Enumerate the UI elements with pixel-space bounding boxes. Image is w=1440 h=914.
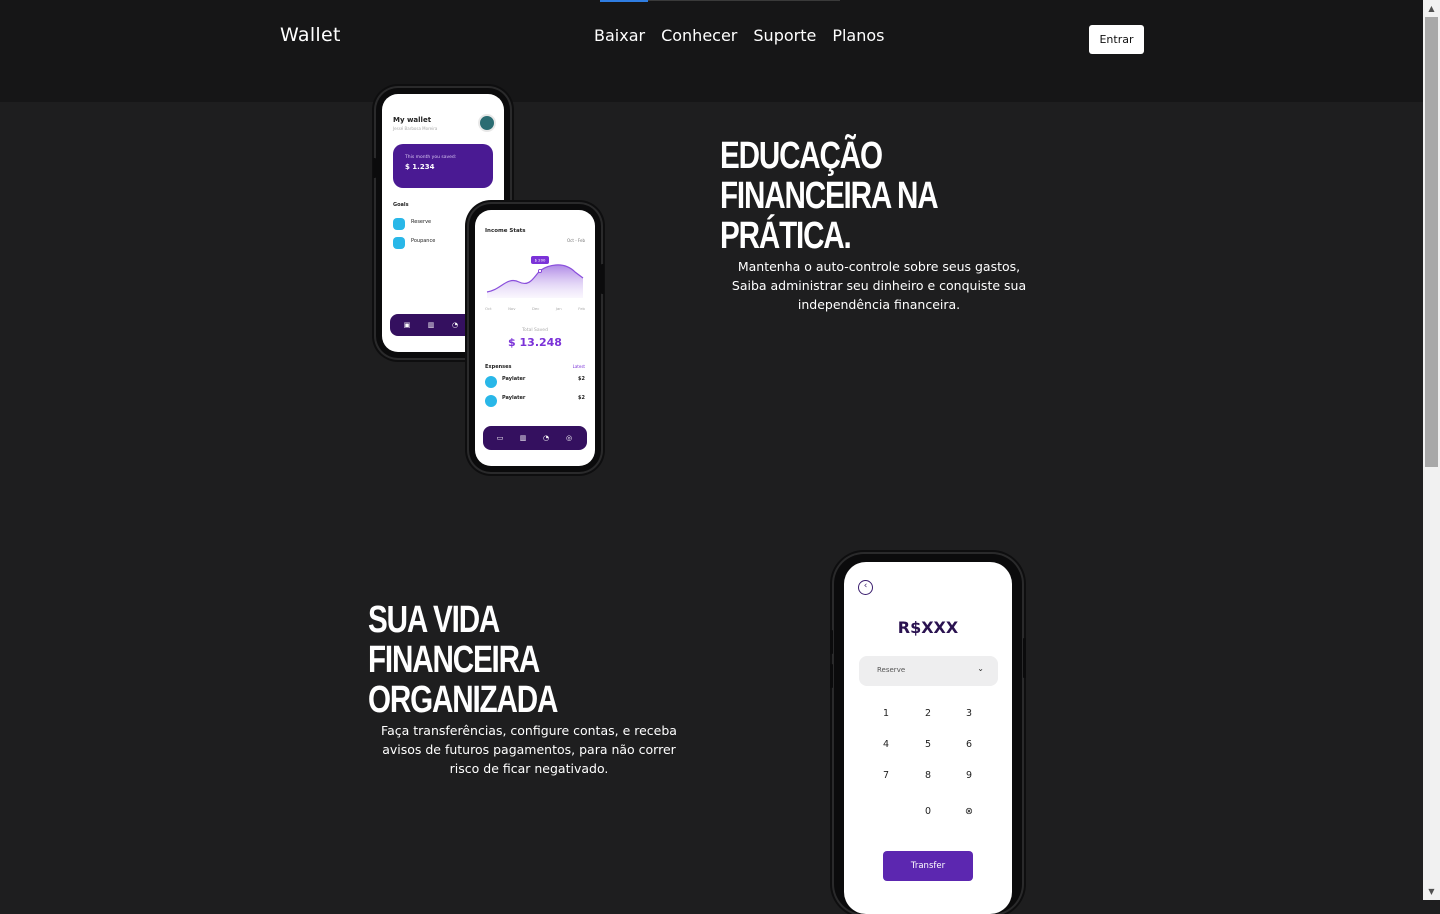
nav-link-baixar[interactable]: Baixar — [594, 26, 645, 45]
wallet-subtitle: Jessé Barbosa Moreira — [393, 126, 438, 131]
keypad-key: 3 — [965, 708, 973, 719]
nav-link-suporte[interactable]: Suporte — [753, 26, 816, 45]
goal-icon — [393, 218, 405, 230]
phone-side-button — [373, 158, 376, 178]
site-header: Wallet Baixar Conhecer Suporte Planos En… — [0, 0, 1423, 102]
nav-underline — [648, 0, 840, 1]
expense-icon — [485, 395, 497, 407]
keypad-key: 0 — [924, 806, 932, 817]
wallet-title: My wallet — [393, 116, 432, 124]
expense-amount: $2 — [578, 376, 585, 382]
chart-icon: ▥ — [427, 321, 435, 329]
keypad-key: 8 — [924, 770, 932, 781]
income-range: Oct - Feb — [567, 238, 585, 243]
expenses-link: Latest — [572, 364, 585, 369]
chart-tooltip-label: $ 200 — [535, 258, 546, 263]
month-label: Oct — [485, 306, 492, 311]
chevron-down-icon: ⌄ — [977, 664, 984, 673]
avatar — [478, 114, 496, 132]
month-label: Dec — [532, 306, 540, 311]
section-body-education: Mantenha o auto-controle sobre seus gast… — [731, 259, 1027, 312]
phone-side-button — [601, 264, 604, 294]
chart-months: Oct Nov Dec Jan Feb — [485, 306, 585, 311]
phone-mockup-transfer: ‹ R$XXX Reserve ⌄ 1 2 3 4 5 6 7 8 9 0 ⊗ … — [830, 554, 1026, 914]
total-saved-value: $ 13.248 — [508, 336, 562, 349]
total-saved-label: Total Saved — [522, 328, 548, 333]
transfer-button: Transfer — [883, 851, 973, 881]
account-select-value: Reserve — [877, 666, 906, 674]
section-headline-education: Educação financeira na prática. — [720, 135, 938, 257]
section-headline-organized: Sua vida financeira organizada — [368, 599, 558, 721]
back-icon: ‹ — [858, 580, 873, 595]
chart-area — [487, 264, 583, 298]
settings-icon: ◎ — [565, 434, 573, 442]
phone-mockup-income: Income Stats Oct - Feb $ 200 Oct Nov Dec… — [469, 204, 604, 472]
chart-icon: ▥ — [519, 434, 527, 442]
wallet-icon: ▭ — [496, 434, 504, 442]
income-title: Income Stats — [485, 228, 526, 234]
keypad-key: 2 — [924, 708, 932, 719]
page-scrollbar[interactable]: ▲ ▼ — [1423, 0, 1440, 900]
keypad-key: 6 — [965, 739, 973, 750]
phone-side-button — [830, 630, 833, 654]
bell-icon: ◔ — [451, 321, 459, 329]
main-nav: Baixar Conhecer Suporte Planos — [594, 26, 885, 45]
phone-side-button — [1023, 638, 1026, 678]
savings-card-label: This month you saved: — [405, 155, 457, 160]
month-label: Feb — [578, 306, 585, 311]
savings-card-value: $ 1.234 — [405, 163, 435, 171]
expense-label: Paylater — [502, 395, 526, 401]
nav-link-conhecer[interactable]: Conhecer — [661, 26, 737, 45]
brand-logo[interactable]: Wallet — [280, 24, 341, 46]
chart-point — [538, 268, 543, 273]
transfer-amount: R$XXX — [897, 618, 959, 637]
account-select: Reserve ⌄ — [859, 656, 998, 686]
month-label: Jan — [555, 306, 562, 311]
scrollbar-thumb[interactable] — [1425, 17, 1438, 467]
phone-side-button — [830, 664, 833, 688]
expense-icon — [485, 376, 497, 388]
income-chart: $ 200 — [486, 256, 584, 298]
active-indicator — [600, 0, 648, 2]
bell-icon: ◔ — [542, 434, 550, 442]
expense-label: Paylater — [502, 376, 526, 382]
goals-title: Goals — [393, 202, 409, 208]
expenses-title: Expenses — [485, 364, 512, 370]
nav-link-planos[interactable]: Planos — [832, 26, 884, 45]
savings-card: This month you saved: $ 1.234 — [393, 144, 493, 188]
keypad-key: 5 — [924, 739, 932, 750]
login-button[interactable]: Entrar — [1089, 25, 1144, 54]
phone-screen: Income Stats Oct - Feb $ 200 Oct Nov Dec… — [475, 210, 595, 466]
scroll-up-icon[interactable]: ▲ — [1423, 0, 1440, 17]
goal-icon — [393, 237, 405, 249]
scroll-down-icon[interactable]: ▼ — [1423, 883, 1440, 900]
wallet-icon: ▣ — [403, 321, 411, 329]
keypad-key: 7 — [882, 770, 890, 781]
goal-label: Reserve — [411, 219, 432, 225]
keypad-key: 9 — [965, 770, 973, 781]
goal-label: Poupance — [411, 238, 436, 244]
section-body-organized: Faça transferências, configure contas, e… — [381, 723, 677, 776]
backspace-icon: ⊗ — [965, 806, 973, 817]
month-label: Nov — [508, 306, 516, 311]
bottom-nav: ▭ ▥ ◔ ◎ — [483, 426, 587, 450]
keypad-key: 4 — [882, 739, 890, 750]
keypad-key: 1 — [882, 708, 890, 719]
phone-screen: ‹ R$XXX Reserve ⌄ 1 2 3 4 5 6 7 8 9 0 ⊗ … — [844, 562, 1012, 914]
expense-amount: $2 — [578, 395, 585, 401]
